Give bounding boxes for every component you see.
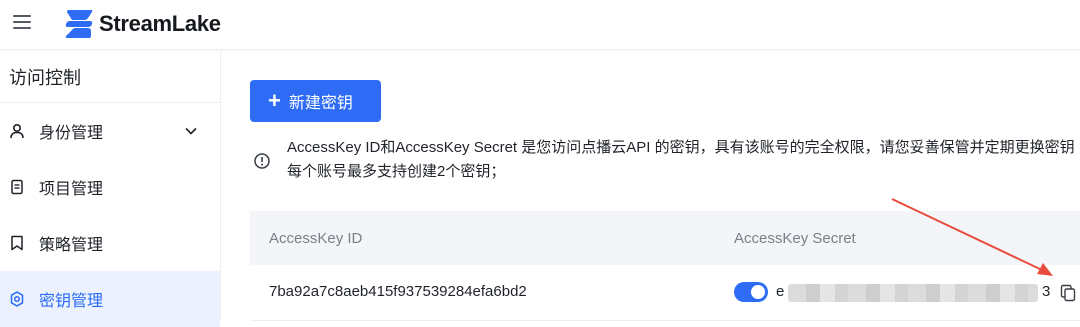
column-header-access-key-secret: AccessKey Secret bbox=[734, 229, 856, 247]
sidebar-item-keys[interactable]: 密钥管理 bbox=[0, 271, 220, 327]
logo-text: StreamLake bbox=[99, 11, 221, 36]
notice-text: AccessKey ID和AccessKey Secret 是您访问点播云API… bbox=[287, 136, 1080, 184]
document-icon bbox=[9, 179, 25, 195]
copy-icon[interactable] bbox=[1060, 284, 1076, 302]
plus-icon: + bbox=[268, 88, 281, 113]
logo[interactable]: StreamLake bbox=[64, 9, 221, 39]
sidebar-item-label: 项目管理 bbox=[39, 181, 104, 198]
sidebar-item-label: 策略管理 bbox=[39, 237, 104, 254]
access-key-secret-value: e 3 bbox=[776, 283, 1076, 303]
top-bar: StreamLake bbox=[0, 0, 1080, 50]
gear-icon bbox=[9, 291, 25, 307]
sidebar-item-label: 密钥管理 bbox=[39, 293, 104, 310]
streamlake-logo-icon bbox=[65, 10, 93, 38]
sidebar-item-label: 身份管理 bbox=[39, 125, 104, 142]
sidebar-item-policies[interactable]: 策略管理 bbox=[0, 215, 220, 271]
bookmark-icon bbox=[9, 235, 25, 251]
sidebar-item-projects[interactable]: 项目管理 bbox=[0, 159, 220, 215]
notice-line-2: 每个账号最多支持创建2个密钥； bbox=[287, 163, 506, 180]
new-key-button-label: 新建密钥 bbox=[288, 95, 353, 112]
info-icon bbox=[254, 153, 270, 169]
sidebar-title: 访问控制 bbox=[0, 51, 220, 103]
secret-first-char: e bbox=[776, 283, 785, 300]
column-header-access-key-id: AccessKey ID bbox=[269, 229, 363, 247]
user-icon bbox=[9, 123, 25, 139]
secret-visibility-toggle[interactable] bbox=[734, 282, 768, 302]
secret-last-char: 3 bbox=[1042, 283, 1051, 300]
table-header: AccessKey ID AccessKey Secret bbox=[250, 211, 1080, 265]
chevron-down-icon[interactable] bbox=[184, 124, 198, 138]
secret-blur-mask bbox=[788, 284, 1038, 302]
new-key-button[interactable]: + 新建密钥 bbox=[250, 80, 381, 122]
main-content: + 新建密钥 AccessKey ID和AccessKey Secret 是您访… bbox=[222, 51, 1080, 321]
sidebar-item-identity[interactable]: 身份管理 bbox=[0, 103, 220, 159]
access-key-table: AccessKey ID AccessKey Secret 7ba92a7c8a… bbox=[250, 211, 1080, 321]
notice-line-1: AccessKey ID和AccessKey Secret 是您访问点播云API… bbox=[287, 139, 1075, 156]
hamburger-icon[interactable] bbox=[13, 13, 33, 33]
table-row: 7ba92a7c8aeb415f937539284efa6bd2 e 3 bbox=[250, 265, 1080, 321]
sidebar: 访问控制 身份管理 项目管理 策略管理 密钥管理 bbox=[0, 51, 221, 327]
access-key-id-value[interactable]: 7ba92a7c8aeb415f937539284efa6bd2 bbox=[269, 283, 527, 300]
